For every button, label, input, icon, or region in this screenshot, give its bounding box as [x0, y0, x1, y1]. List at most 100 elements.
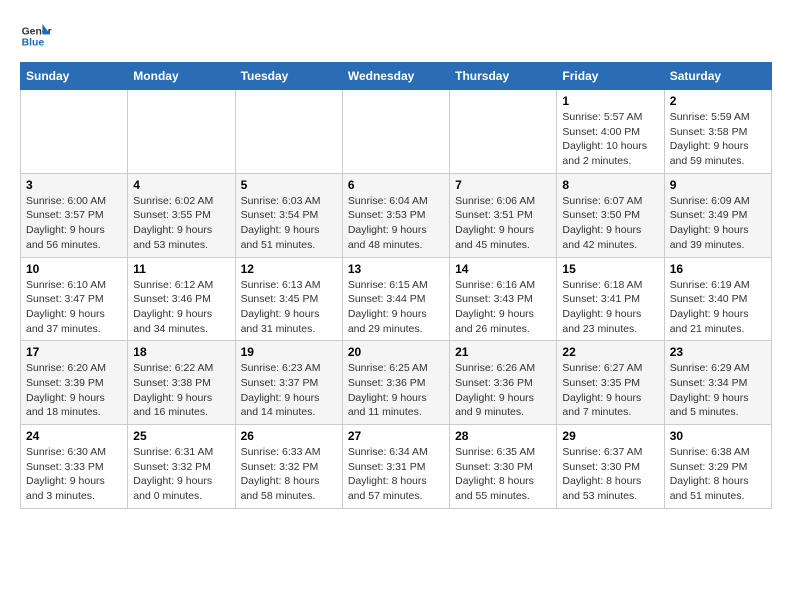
day-number: 5	[241, 178, 337, 192]
day-info: Sunrise: 6:03 AMSunset: 3:54 PMDaylight:…	[241, 194, 337, 253]
calendar-cell: 10 Sunrise: 6:10 AMSunset: 3:47 PMDayligh…	[21, 257, 128, 341]
day-number: 14	[455, 262, 551, 276]
day-number: 19	[241, 345, 337, 359]
header: General Blue	[20, 20, 772, 52]
calendar-cell: 3Sunrise: 6:00 AMSunset: 3:57 PMDaylight…	[21, 173, 128, 257]
calendar-cell: 14 Sunrise: 6:16 AMSunset: 3:43 PMDayligh…	[450, 257, 557, 341]
day-number: 22	[562, 345, 658, 359]
calendar-cell: 30 Sunrise: 6:38 AMSunset: 3:29 PMDayligh…	[664, 425, 771, 509]
day-number: 7	[455, 178, 551, 192]
calendar-cell: 20 Sunrise: 6:25 AMSunset: 3:36 PMDayligh…	[342, 341, 449, 425]
day-info: Sunrise: 5:59 AMSunset: 3:58 PMDaylight:…	[670, 110, 766, 169]
day-info: Sunrise: 6:00 AMSunset: 3:57 PMDaylight:…	[26, 194, 122, 253]
day-info: Sunrise: 6:10 AMSunset: 3:47 PMDaylight:…	[26, 278, 122, 337]
day-number: 9	[670, 178, 766, 192]
calendar-cell: 19 Sunrise: 6:23 AMSunset: 3:37 PMDayligh…	[235, 341, 342, 425]
calendar-week-2: 10 Sunrise: 6:10 AMSunset: 3:47 PMDayligh…	[21, 257, 772, 341]
logo: General Blue	[20, 20, 52, 52]
header-friday: Friday	[557, 63, 664, 90]
day-info: Sunrise: 6:38 AMSunset: 3:29 PMDaylight:…	[670, 445, 766, 504]
header-monday: Monday	[128, 63, 235, 90]
day-info: Sunrise: 6:23 AMSunset: 3:37 PMDaylight:…	[241, 361, 337, 420]
day-number: 29	[562, 429, 658, 443]
day-number: 27	[348, 429, 444, 443]
calendar-cell: 23 Sunrise: 6:29 AMSunset: 3:34 PMDayligh…	[664, 341, 771, 425]
day-info: Sunrise: 6:19 AMSunset: 3:40 PMDaylight:…	[670, 278, 766, 337]
day-info: Sunrise: 6:16 AMSunset: 3:43 PMDaylight:…	[455, 278, 551, 337]
calendar-cell: 16Sunrise: 6:19 AMSunset: 3:40 PMDayligh…	[664, 257, 771, 341]
logo-icon: General Blue	[20, 20, 52, 52]
calendar-cell: 11Sunrise: 6:12 AMSunset: 3:46 PMDayligh…	[128, 257, 235, 341]
day-number: 15	[562, 262, 658, 276]
calendar-cell: 25 Sunrise: 6:31 AMSunset: 3:32 PMDayligh…	[128, 425, 235, 509]
calendar-week-1: 3Sunrise: 6:00 AMSunset: 3:57 PMDaylight…	[21, 173, 772, 257]
day-info: Sunrise: 6:09 AMSunset: 3:49 PMDaylight:…	[670, 194, 766, 253]
calendar-cell: 7 Sunrise: 6:06 AMSunset: 3:51 PMDaylight…	[450, 173, 557, 257]
day-info: Sunrise: 6:26 AMSunset: 3:36 PMDaylight:…	[455, 361, 551, 420]
calendar-cell: 28Sunrise: 6:35 AMSunset: 3:30 PMDayligh…	[450, 425, 557, 509]
calendar-cell	[342, 90, 449, 174]
day-number: 21	[455, 345, 551, 359]
svg-text:Blue: Blue	[22, 38, 45, 49]
calendar-cell: 15 Sunrise: 6:18 AMSunset: 3:41 PMDayligh…	[557, 257, 664, 341]
day-info: Sunrise: 6:22 AMSunset: 3:38 PMDaylight:…	[133, 361, 229, 420]
calendar-cell	[450, 90, 557, 174]
calendar-cell: 27 Sunrise: 6:34 AMSunset: 3:31 PMDayligh…	[342, 425, 449, 509]
calendar-cell: 9 Sunrise: 6:09 AMSunset: 3:49 PMDaylight…	[664, 173, 771, 257]
day-number: 1	[562, 94, 658, 108]
day-number: 6	[348, 178, 444, 192]
day-number: 11	[133, 262, 229, 276]
day-number: 13	[348, 262, 444, 276]
day-info: Sunrise: 6:15 AMSunset: 3:44 PMDaylight:…	[348, 278, 444, 337]
calendar-week-4: 24 Sunrise: 6:30 AMSunset: 3:33 PMDayligh…	[21, 425, 772, 509]
day-number: 4	[133, 178, 229, 192]
day-info: Sunrise: 6:30 AMSunset: 3:33 PMDaylight:…	[26, 445, 122, 504]
calendar-cell: 6 Sunrise: 6:04 AMSunset: 3:53 PMDaylight…	[342, 173, 449, 257]
calendar-cell: 13 Sunrise: 6:15 AMSunset: 3:44 PMDayligh…	[342, 257, 449, 341]
day-info: Sunrise: 6:18 AMSunset: 3:41 PMDaylight:…	[562, 278, 658, 337]
header-saturday: Saturday	[664, 63, 771, 90]
header-tuesday: Tuesday	[235, 63, 342, 90]
day-number: 18	[133, 345, 229, 359]
day-info: Sunrise: 6:34 AMSunset: 3:31 PMDaylight:…	[348, 445, 444, 504]
day-info: Sunrise: 6:13 AMSunset: 3:45 PMDaylight:…	[241, 278, 337, 337]
day-info: Sunrise: 6:06 AMSunset: 3:51 PMDaylight:…	[455, 194, 551, 253]
day-info: Sunrise: 6:27 AMSunset: 3:35 PMDaylight:…	[562, 361, 658, 420]
day-info: Sunrise: 6:20 AMSunset: 3:39 PMDaylight:…	[26, 361, 122, 420]
day-number: 24	[26, 429, 122, 443]
day-number: 8	[562, 178, 658, 192]
day-info: Sunrise: 6:04 AMSunset: 3:53 PMDaylight:…	[348, 194, 444, 253]
day-number: 30	[670, 429, 766, 443]
day-info: Sunrise: 6:29 AMSunset: 3:34 PMDaylight:…	[670, 361, 766, 420]
calendar-cell	[21, 90, 128, 174]
day-number: 2	[670, 94, 766, 108]
day-number: 23	[670, 345, 766, 359]
day-info: Sunrise: 6:31 AMSunset: 3:32 PMDaylight:…	[133, 445, 229, 504]
calendar: SundayMondayTuesdayWednesdayThursdayFrid…	[20, 62, 772, 509]
header-wednesday: Wednesday	[342, 63, 449, 90]
calendar-week-0: 1 Sunrise: 5:57 AMSunset: 4:00 PMDaylight…	[21, 90, 772, 174]
calendar-cell	[128, 90, 235, 174]
day-number: 26	[241, 429, 337, 443]
day-info: Sunrise: 6:35 AMSunset: 3:30 PMDaylight:…	[455, 445, 551, 504]
day-info: Sunrise: 5:57 AMSunset: 4:00 PMDaylight:…	[562, 110, 658, 169]
day-number: 10	[26, 262, 122, 276]
day-info: Sunrise: 6:02 AMSunset: 3:55 PMDaylight:…	[133, 194, 229, 253]
day-number: 17	[26, 345, 122, 359]
calendar-cell: 2 Sunrise: 5:59 AMSunset: 3:58 PMDaylight…	[664, 90, 771, 174]
day-number: 20	[348, 345, 444, 359]
calendar-cell: 22 Sunrise: 6:27 AMSunset: 3:35 PMDayligh…	[557, 341, 664, 425]
calendar-cell: 12Sunrise: 6:13 AMSunset: 3:45 PMDayligh…	[235, 257, 342, 341]
day-info: Sunrise: 6:25 AMSunset: 3:36 PMDaylight:…	[348, 361, 444, 420]
calendar-cell	[235, 90, 342, 174]
calendar-cell: 29 Sunrise: 6:37 AMSunset: 3:30 PMDayligh…	[557, 425, 664, 509]
calendar-header-row: SundayMondayTuesdayWednesdayThursdayFrid…	[21, 63, 772, 90]
calendar-cell: 18 Sunrise: 6:22 AMSunset: 3:38 PMDayligh…	[128, 341, 235, 425]
calendar-cell: 5 Sunrise: 6:03 AMSunset: 3:54 PMDaylight…	[235, 173, 342, 257]
header-sunday: Sunday	[21, 63, 128, 90]
calendar-cell: 26Sunrise: 6:33 AMSunset: 3:32 PMDayligh…	[235, 425, 342, 509]
calendar-cell: 21 Sunrise: 6:26 AMSunset: 3:36 PMDayligh…	[450, 341, 557, 425]
day-info: Sunrise: 6:37 AMSunset: 3:30 PMDaylight:…	[562, 445, 658, 504]
day-number: 25	[133, 429, 229, 443]
calendar-cell: 17 Sunrise: 6:20 AMSunset: 3:39 PMDayligh…	[21, 341, 128, 425]
